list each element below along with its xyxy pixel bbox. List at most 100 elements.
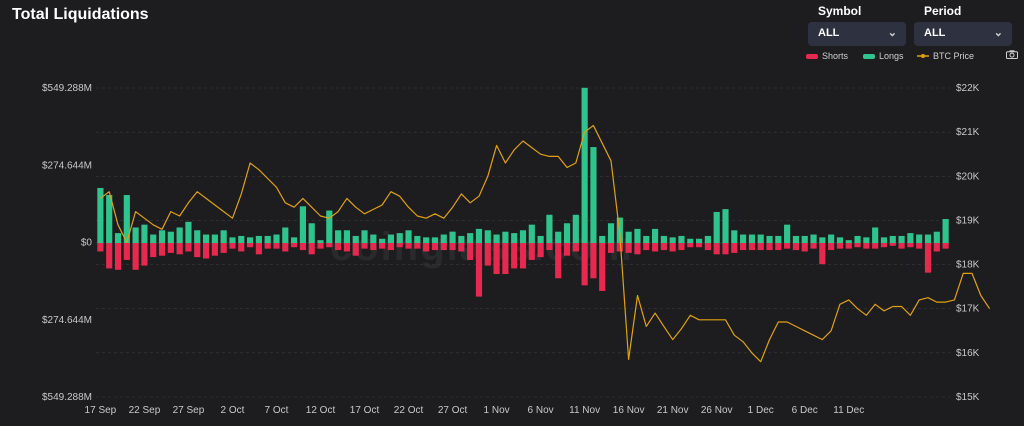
shorts-bar[interactable] <box>440 243 447 251</box>
longs-bar[interactable] <box>784 224 791 243</box>
longs-bar[interactable] <box>317 240 324 243</box>
longs-bar[interactable] <box>194 230 201 243</box>
shorts-bar[interactable] <box>114 243 122 270</box>
shorts-bar[interactable] <box>484 243 491 266</box>
shorts-bar[interactable] <box>511 243 518 269</box>
shorts-bar[interactable] <box>740 243 747 251</box>
shorts-bar[interactable] <box>731 243 738 253</box>
longs-bar[interactable] <box>211 234 218 243</box>
longs-bar[interactable] <box>449 231 456 243</box>
shorts-bar[interactable] <box>555 243 562 279</box>
shorts-bar[interactable] <box>352 243 359 256</box>
shorts-bar[interactable] <box>150 243 157 258</box>
shorts-bar[interactable] <box>748 243 755 251</box>
shorts-bar[interactable] <box>757 243 764 251</box>
longs-bar[interactable] <box>352 235 359 243</box>
longs-bar[interactable] <box>238 235 245 243</box>
shorts-bar[interactable] <box>828 243 835 251</box>
longs-bar[interactable] <box>696 238 703 243</box>
longs-bar[interactable] <box>828 234 835 243</box>
longs-bar[interactable] <box>519 230 527 243</box>
shorts-bar[interactable] <box>238 243 245 252</box>
shorts-bar[interactable] <box>854 243 861 248</box>
longs-bar[interactable] <box>669 237 676 243</box>
longs-bar[interactable] <box>651 228 659 243</box>
longs-bar[interactable] <box>343 230 350 243</box>
longs-bar[interactable] <box>634 228 641 243</box>
longs-bar[interactable] <box>150 234 157 243</box>
longs-bar[interactable] <box>933 231 940 243</box>
shorts-bar[interactable] <box>634 243 641 255</box>
shorts-bar[interactable] <box>625 243 632 253</box>
shorts-bar[interactable] <box>211 243 218 256</box>
shorts-bar[interactable] <box>343 243 350 252</box>
shorts-bar[interactable] <box>519 243 527 269</box>
shorts-bar[interactable] <box>158 243 166 256</box>
longs-bar[interactable] <box>607 223 615 243</box>
longs-bar[interactable] <box>370 234 377 243</box>
longs-bar[interactable] <box>255 235 262 243</box>
shorts-bar[interactable] <box>317 243 324 249</box>
shorts-bar[interactable] <box>423 243 430 252</box>
longs-bar[interactable] <box>766 235 773 243</box>
longs-bar[interactable] <box>528 224 535 243</box>
longs-bar[interactable] <box>132 227 139 243</box>
shorts-bar[interactable] <box>660 243 667 251</box>
shorts-bar[interactable] <box>581 243 588 286</box>
longs-bar[interactable] <box>106 195 113 243</box>
shorts-bar[interactable] <box>246 243 254 248</box>
shorts-bar[interactable] <box>387 243 395 251</box>
longs-bar[interactable] <box>775 235 782 243</box>
longs-bar[interactable] <box>493 234 500 243</box>
shorts-bar[interactable] <box>942 243 949 249</box>
longs-bar[interactable] <box>845 240 852 243</box>
shorts-bar[interactable] <box>933 243 940 252</box>
shorts-bar[interactable] <box>590 243 597 279</box>
shorts-bar[interactable] <box>335 243 342 251</box>
longs-bar[interactable] <box>467 233 474 243</box>
longs-bar[interactable] <box>572 214 579 243</box>
shorts-bar[interactable] <box>845 243 852 249</box>
longs-bar[interactable] <box>555 231 562 243</box>
shorts-bar[interactable] <box>291 243 298 248</box>
shorts-bar[interactable] <box>167 243 174 253</box>
shorts-bar[interactable] <box>502 243 509 275</box>
shorts-bar[interactable] <box>308 243 315 255</box>
shorts-bar[interactable] <box>916 243 923 249</box>
shorts-bar[interactable] <box>863 243 870 249</box>
shorts-bar[interactable] <box>326 243 333 248</box>
longs-bar[interactable] <box>880 237 888 243</box>
longs-bar[interactable] <box>643 235 650 243</box>
longs-bar[interactable] <box>299 206 306 243</box>
longs-bar[interactable] <box>687 238 694 243</box>
shorts-bar[interactable] <box>546 243 553 251</box>
longs-bar[interactable] <box>625 231 632 243</box>
shorts-bar[interactable] <box>97 243 104 252</box>
shorts-bar[interactable] <box>282 243 289 252</box>
longs-bar[interactable] <box>907 233 914 243</box>
shorts-bar[interactable] <box>123 243 130 260</box>
longs-bar[interactable] <box>537 235 544 243</box>
longs-bar[interactable] <box>379 238 386 243</box>
shorts-bar[interactable] <box>643 243 650 251</box>
longs-bar[interactable] <box>361 230 368 243</box>
shorts-bar[interactable] <box>669 243 676 252</box>
longs-bar[interactable] <box>229 237 236 243</box>
longs-bar[interactable] <box>158 230 166 243</box>
shorts-bar[interactable] <box>220 243 227 253</box>
longs-bar[interactable] <box>731 230 738 243</box>
shorts-bar[interactable] <box>414 243 421 249</box>
shorts-bar[interactable] <box>889 243 896 246</box>
longs-bar[interactable] <box>202 234 210 243</box>
shorts-bar[interactable] <box>810 243 817 249</box>
shorts-bar[interactable] <box>704 243 711 251</box>
longs-bar[interactable] <box>599 235 606 243</box>
longs-bar[interactable] <box>335 230 342 243</box>
shorts-bar[interactable] <box>264 243 271 249</box>
longs-bar[interactable] <box>678 235 685 243</box>
longs-bar[interactable] <box>863 237 870 243</box>
shorts-bar[interactable] <box>493 243 500 275</box>
shorts-bar[interactable] <box>194 243 201 258</box>
shorts-bar[interactable] <box>572 243 579 252</box>
longs-bar[interactable] <box>282 227 289 243</box>
